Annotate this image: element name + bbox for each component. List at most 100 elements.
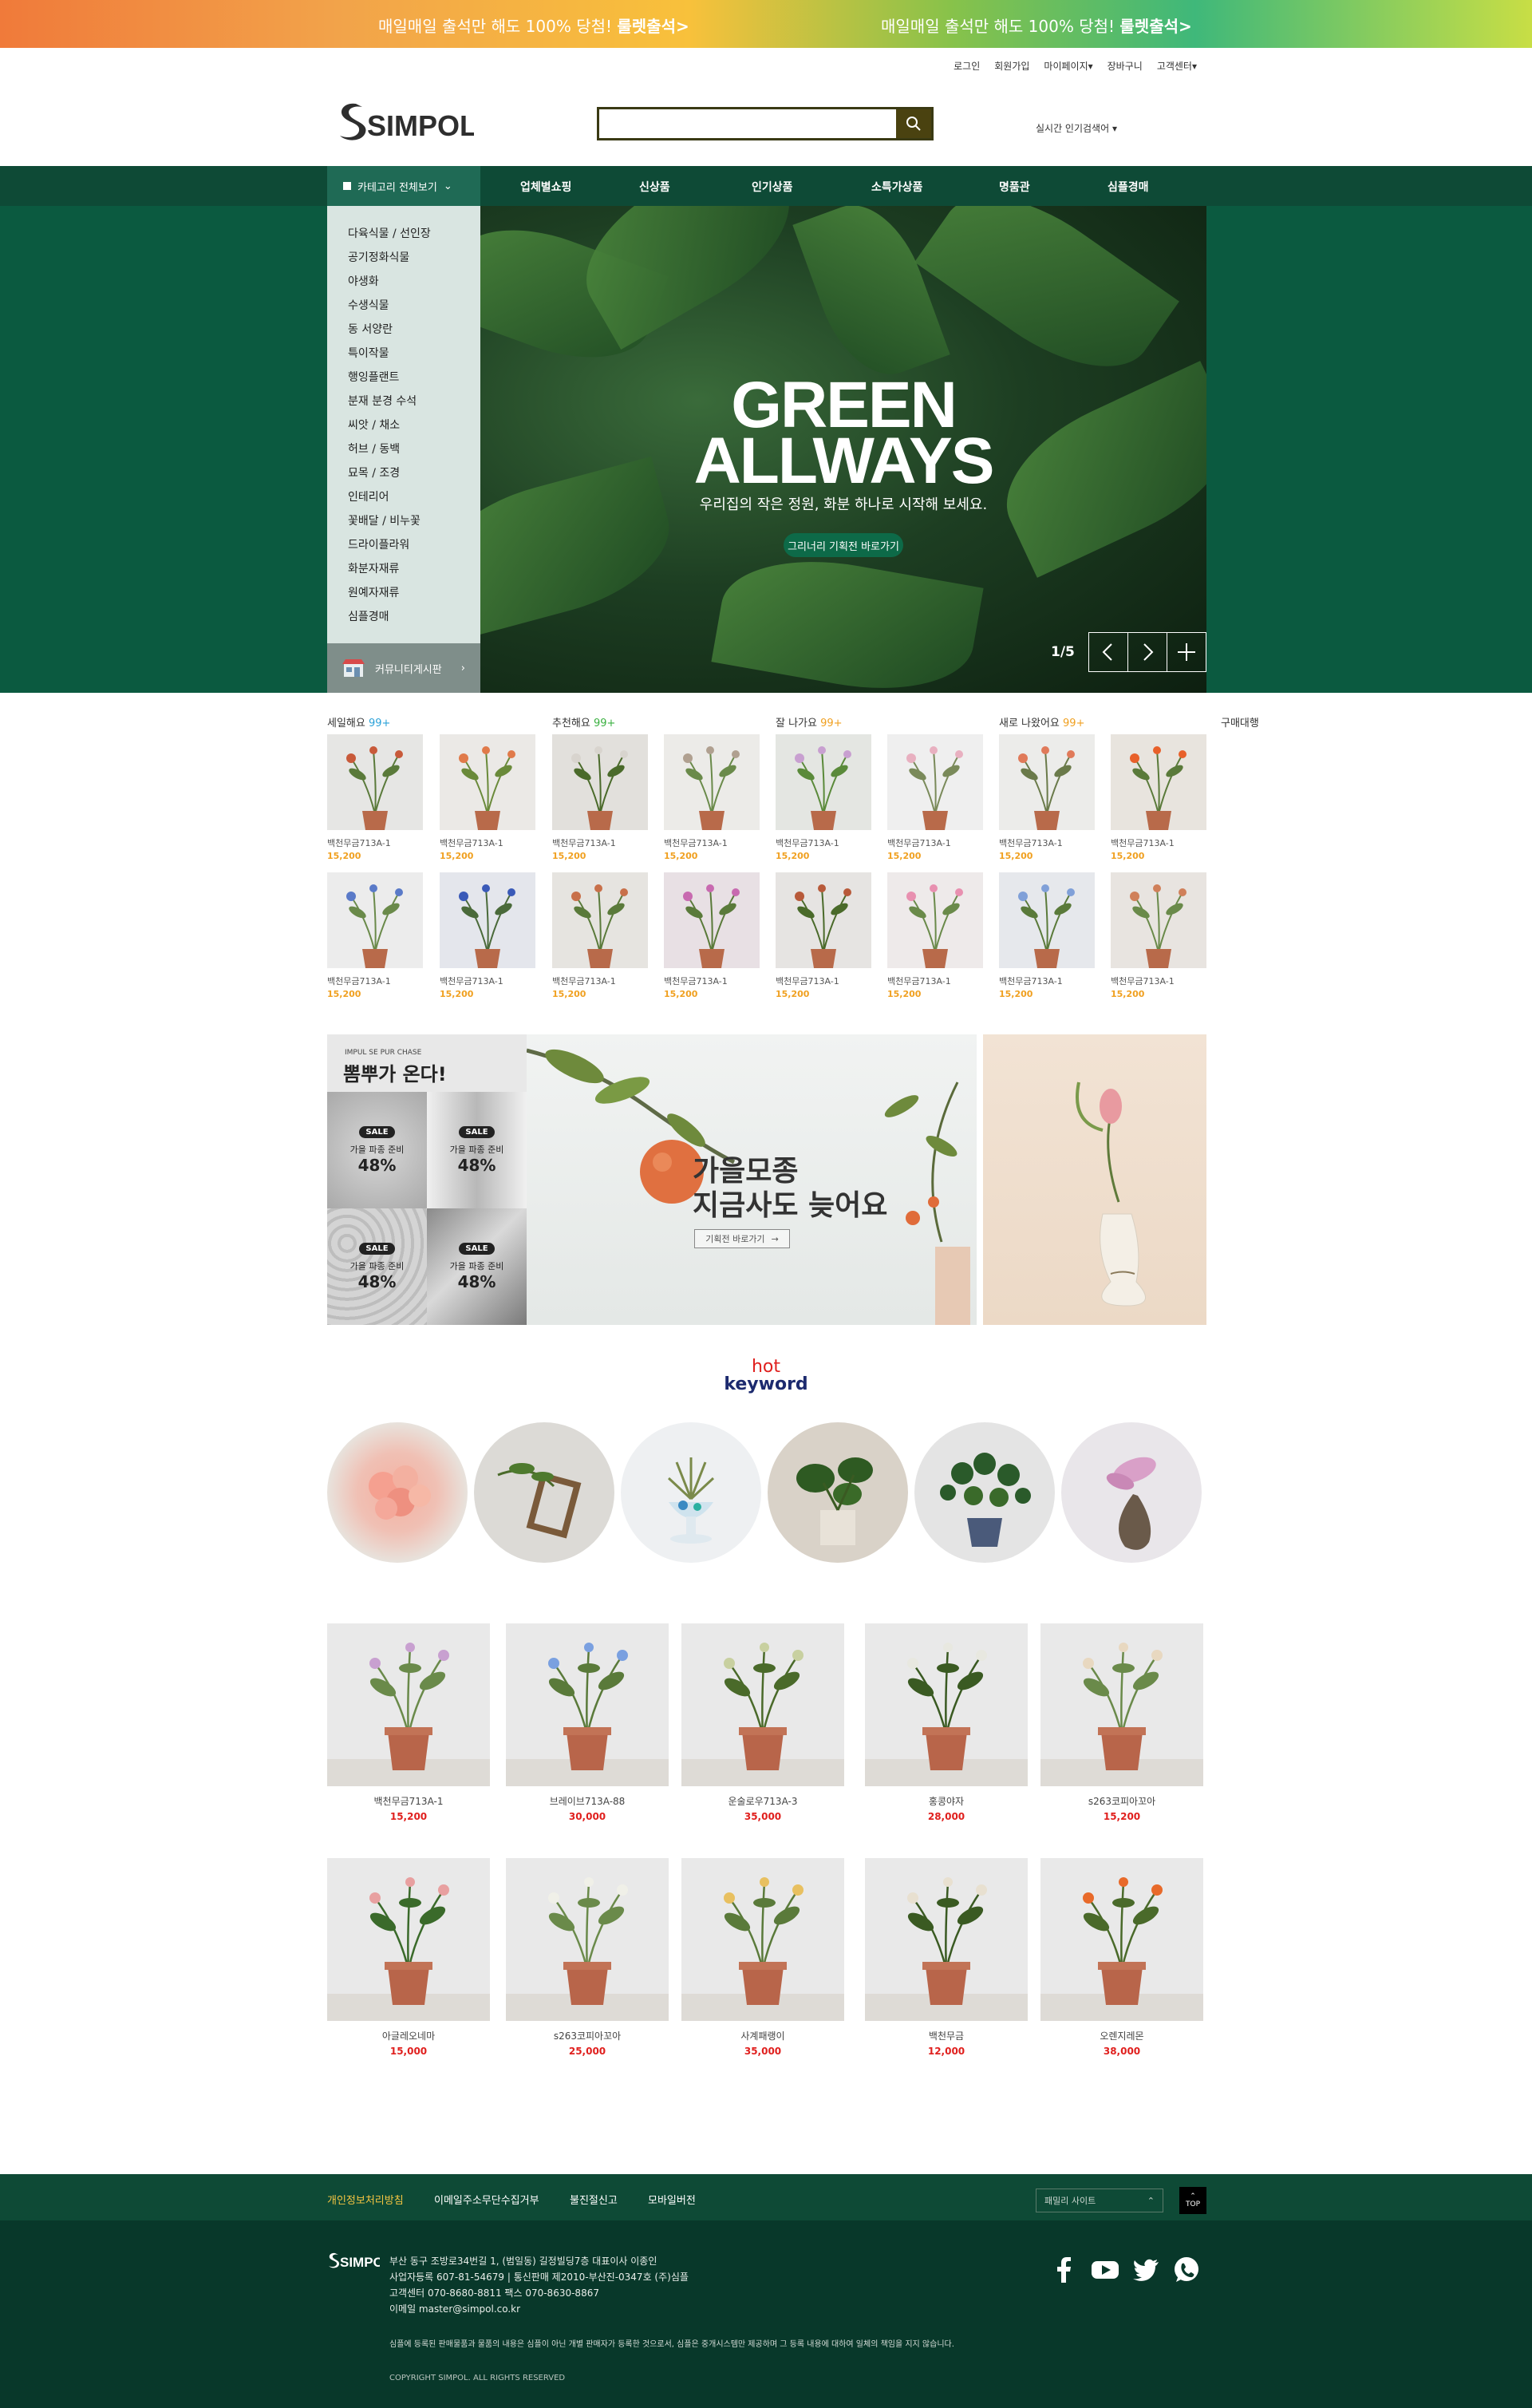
featured-product-card[interactable]: s263코피아꼬아 15,200 xyxy=(1040,1623,1203,1822)
footer-link-privacy[interactable]: 개인정보처리방침 xyxy=(327,2192,404,2207)
promo-left[interactable]: 매일매일 출석만 해도 100% 당첨! 룰렛출석> xyxy=(378,14,689,37)
product-name[interactable]: 백천무금713A-1 xyxy=(887,975,983,987)
top-button[interactable]: ⌃ TOP xyxy=(1179,2187,1206,2214)
product-image[interactable] xyxy=(681,1623,844,1786)
promo-right-link[interactable]: 룰렛출석> xyxy=(1119,17,1191,36)
sidebar-item[interactable]: 행잉플랜트 xyxy=(348,369,399,385)
sidebar-item[interactable]: 동 서양란 xyxy=(348,321,393,337)
sidebar-item[interactable]: 수생식물 xyxy=(348,297,389,313)
keyword-circle-pilea[interactable] xyxy=(914,1422,1055,1563)
product-name[interactable]: s263코피아꼬아 xyxy=(1040,1794,1203,1808)
product-name[interactable]: 백천무금713A-1 xyxy=(440,975,535,987)
keyword-circle-airplant[interactable] xyxy=(621,1422,761,1563)
product-name[interactable]: 백천무금713A-1 xyxy=(440,836,535,849)
product-image[interactable] xyxy=(776,872,871,968)
product-image[interactable] xyxy=(1040,1623,1203,1786)
keyword-circle-monstera[interactable] xyxy=(768,1422,908,1563)
product-image[interactable] xyxy=(887,872,983,968)
twitter-icon[interactable] xyxy=(1131,2256,1160,2284)
login-link[interactable]: 로그인 xyxy=(954,59,980,73)
featured-product-card[interactable]: 홍콩야자 28,000 xyxy=(865,1623,1028,1822)
slider-more-button[interactable] xyxy=(1167,632,1206,672)
hero-slider[interactable]: GREEN ALLWAYS 우리집의 작은 정원, 화분 하나로 시작해 보세요… xyxy=(480,206,1206,693)
nav-item-luxury[interactable]: 명품관 xyxy=(999,179,1030,195)
search-input[interactable] xyxy=(604,113,883,135)
section-title-sale[interactable]: 세일해요 99+ xyxy=(327,714,390,730)
product-name[interactable]: 백천무금713A-1 xyxy=(887,836,983,849)
product-name[interactable]: 백천무금713A-1 xyxy=(999,836,1095,849)
product-image[interactable] xyxy=(1040,1858,1203,2021)
nav-item-auction[interactable]: 심플경매 xyxy=(1108,179,1149,195)
nav-item-shops[interactable]: 업체별쇼핑 xyxy=(520,179,571,195)
product-card[interactable]: 백천무금713A-1 15,200 xyxy=(327,734,423,861)
product-card[interactable]: 백천무금713A-1 15,200 xyxy=(327,872,423,999)
product-card[interactable]: 백천무금713A-1 15,200 xyxy=(776,872,871,999)
sidebar-item[interactable]: 인테리어 xyxy=(348,488,389,504)
product-image[interactable] xyxy=(999,734,1095,830)
product-name[interactable]: 백천무금713A-1 xyxy=(327,975,423,987)
sidebar-item[interactable]: 공기정화식물 xyxy=(348,249,409,265)
product-image[interactable] xyxy=(776,734,871,830)
product-image[interactable] xyxy=(681,1858,844,2021)
search-button[interactable] xyxy=(896,109,931,138)
product-image[interactable] xyxy=(440,872,535,968)
product-name[interactable]: 백천무금 xyxy=(865,2029,1028,2042)
product-name[interactable]: 백천무금713A-1 xyxy=(327,836,423,849)
product-name[interactable]: 백천무금713A-1 xyxy=(1111,975,1206,987)
nav-item-new[interactable]: 신상품 xyxy=(639,179,670,195)
product-card[interactable]: 백천무금713A-1 15,200 xyxy=(552,872,648,999)
product-card[interactable]: 백천무금713A-1 15,200 xyxy=(664,734,760,861)
sale-tile[interactable]: SALE 가을 파종 준비 48% xyxy=(327,1208,427,1325)
product-card[interactable]: 백천무금713A-1 15,200 xyxy=(776,734,871,861)
product-name[interactable]: 백천무금713A-1 xyxy=(1111,836,1206,849)
product-name[interactable]: 백천무금713A-1 xyxy=(327,1794,490,1808)
family-site-select[interactable]: 패밀리 사이트 ⌃ xyxy=(1036,2189,1163,2212)
buy-agent-link[interactable]: 구매대행 xyxy=(1221,714,1259,730)
product-image[interactable] xyxy=(999,872,1095,968)
sidebar-item[interactable]: 허브 / 동백 xyxy=(348,441,400,457)
sale-tile[interactable]: SALE 가을 파종 준비 48% xyxy=(427,1208,527,1325)
whatsapp-icon[interactable] xyxy=(1172,2256,1201,2284)
section-title-new[interactable]: 새로 나왔어요 99+ xyxy=(999,714,1084,730)
product-image[interactable] xyxy=(506,1858,669,2021)
featured-product-card[interactable]: 브레이브713A-88 30,000 xyxy=(506,1623,669,1822)
featured-product-card[interactable]: 운술로우713A-3 35,000 xyxy=(681,1623,844,1822)
product-image[interactable] xyxy=(664,872,760,968)
facebook-icon[interactable] xyxy=(1050,2256,1079,2284)
keyword-circle-caudex[interactable] xyxy=(1061,1422,1202,1563)
sidebar-item[interactable]: 다육식물 / 선인장 xyxy=(348,225,431,241)
product-image[interactable] xyxy=(1111,872,1206,968)
tulip-banner[interactable] xyxy=(983,1034,1206,1325)
banner-cta-button[interactable]: 기획전 바로가기 → xyxy=(694,1229,790,1248)
category-all-button[interactable]: 카테고리 전체보기 ⌄ xyxy=(327,166,480,206)
product-image[interactable] xyxy=(552,872,648,968)
keyword-circle-frame[interactable] xyxy=(474,1422,614,1563)
sidebar-item[interactable]: 드라이플라워 xyxy=(348,536,409,552)
support-link[interactable]: 고객센터▾ xyxy=(1157,59,1197,73)
autumn-seedling-banner[interactable]: 가을모종 지금사도 늦어요 기획전 바로가기 → xyxy=(527,1034,977,1325)
nav-item-special[interactable]: 소특가상품 xyxy=(871,179,922,195)
featured-product-card[interactable]: 백천무금 12,000 xyxy=(865,1858,1028,2057)
product-card[interactable]: 백천무금713A-1 15,200 xyxy=(440,872,535,999)
sale-tile[interactable]: SALE 가을 파종 준비 48% xyxy=(327,1092,427,1208)
product-card[interactable]: 백천무금713A-1 15,200 xyxy=(887,872,983,999)
promo-left-link[interactable]: 룰렛출석> xyxy=(617,17,689,36)
product-image[interactable] xyxy=(506,1623,669,1786)
footer-link-email[interactable]: 이메일주소무단수집거부 xyxy=(434,2192,539,2207)
realtime-search[interactable]: 실시간 인기검색어 ▾ xyxy=(1036,121,1117,135)
sidebar-item[interactable]: 분재 분경 수석 xyxy=(348,393,417,409)
sidebar-item[interactable]: 묘목 / 조경 xyxy=(348,465,400,480)
product-name[interactable]: 아글레오네마 xyxy=(327,2029,490,2042)
promo-banner[interactable]: 매일매일 출석만 해도 100% 당첨! 룰렛출석> 매일매일 출석만 해도 1… xyxy=(0,0,1532,48)
product-name[interactable]: 사계패랭이 xyxy=(681,2029,844,2042)
product-name[interactable]: 백천무금713A-1 xyxy=(776,836,871,849)
product-card[interactable]: 백천무금713A-1 15,200 xyxy=(999,734,1095,861)
product-image[interactable] xyxy=(664,734,760,830)
footer-link-mobile[interactable]: 모바일버전 xyxy=(648,2192,696,2207)
product-name[interactable]: 백천무금713A-1 xyxy=(999,975,1095,987)
keyword-circle-succulent[interactable] xyxy=(327,1422,468,1563)
section-title-recommend[interactable]: 추천해요 99+ xyxy=(552,714,615,730)
product-name[interactable]: 백천무금713A-1 xyxy=(552,975,648,987)
product-name[interactable]: 홍콩야자 xyxy=(865,1794,1028,1808)
sale-tile[interactable]: SALE 가을 파종 준비 48% xyxy=(427,1092,527,1208)
